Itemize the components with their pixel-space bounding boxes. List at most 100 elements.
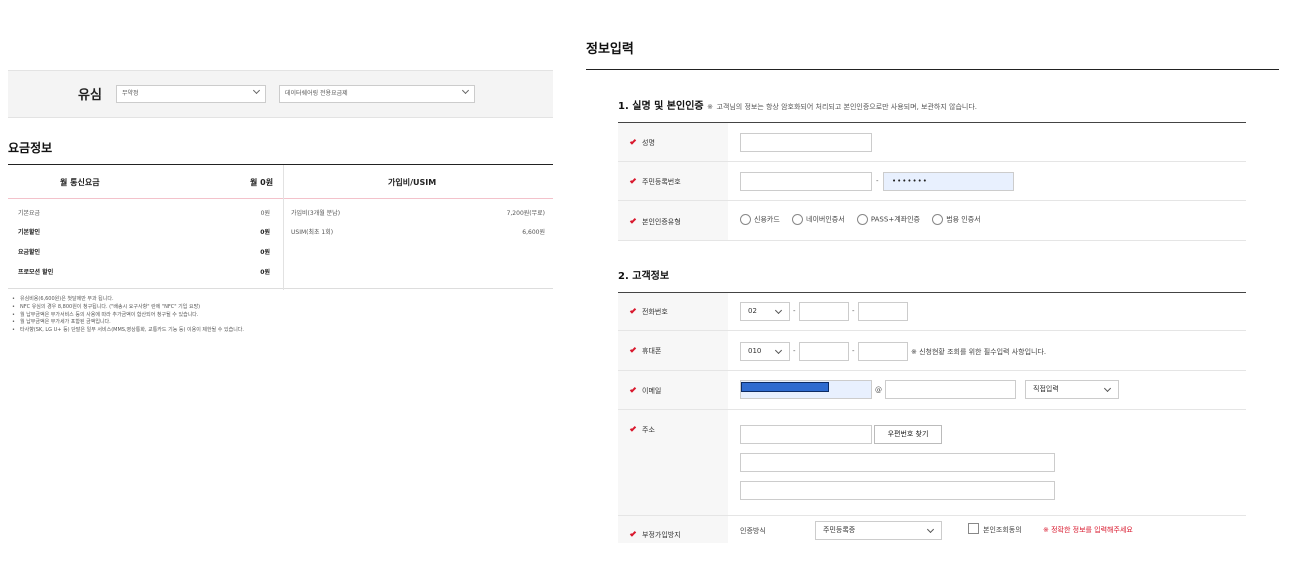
required-check-icon (629, 177, 637, 184)
chevron-down-icon (1103, 384, 1112, 393)
auth-method-select-value: 주민등록증 (823, 526, 856, 534)
signup-row-value: 6,600원 (522, 229, 545, 236)
phone-dash: - (852, 307, 855, 315)
radio-circle-icon (792, 214, 803, 225)
plan-select[interactable]: 데이터쉐어링 전용요금제 (279, 85, 475, 103)
divider (618, 330, 1246, 331)
mobile-required-notice: ※ 신청현황 조회를 위한 필수입력 사항입니다. (911, 348, 1047, 356)
chevron-down-icon (461, 86, 470, 95)
mobile-prefix-select[interactable]: 010 (740, 342, 790, 361)
phone-dash: - (793, 307, 796, 315)
contract-select[interactable]: 무약정 (116, 85, 266, 103)
note-item: 타사향(SK, LG U+ 등) 단말은 일부 서비스(MMS,영상통화, 교통… (12, 327, 244, 335)
required-check-icon (629, 530, 637, 537)
rrn-label: 주민등록번호 (629, 177, 681, 187)
consent-label: 본인조회동의 (983, 526, 1022, 534)
fee-row-label: 프로모션 할인 (18, 269, 54, 276)
fee-row-value: 0원 (260, 269, 270, 276)
radio-credit-card[interactable]: 신용카드 (740, 214, 780, 225)
consent-warning: ※ 정확한 정보를 입력해주세요 (1043, 526, 1133, 534)
fee-row-label: 요금할인 (18, 249, 41, 256)
email-label: 이메일 (629, 386, 661, 396)
zipcode-search-button[interactable]: 우편번호 찾기 (874, 425, 942, 444)
fee-row-label: 기본할인 (18, 229, 41, 236)
phone-prefix-value: 02 (748, 307, 757, 315)
usim-title: 유심 (78, 88, 102, 103)
signup-row-label: USIM(최초 1회) (291, 229, 334, 236)
phone-last-input[interactable] (858, 302, 908, 321)
divider (618, 240, 1246, 241)
mobile-dash: - (793, 347, 796, 355)
auth-type-radio-group: 신용카드 네이버인증서 PASS+계좌인증 범용 인증서 (740, 214, 991, 225)
rrn-front-input[interactable] (740, 172, 872, 191)
consent-checkbox[interactable] (968, 523, 979, 534)
monthly-total: 월 0원 (250, 178, 274, 187)
required-check-icon (629, 307, 637, 314)
fee-notes-list: 유심비용(6,600원)은 첫달에만 부과 됩니다. NFC 유심의 경우 8,… (12, 296, 244, 335)
required-check-icon (629, 346, 637, 353)
mobile-prefix-value: 010 (748, 347, 762, 355)
radio-circle-icon (932, 214, 944, 225)
signup-row-value: 7,200원(무료) (506, 210, 545, 217)
chevron-down-icon (774, 306, 783, 315)
fee-table: 월 통신요금 월 0원 가입비/USIM 기본요금 0원 기본할인 0원 요금할… (8, 164, 553, 290)
divider (618, 200, 1246, 201)
section1-title: 1. 실명 및 본인인증 ※ 고객님의 정보는 항상 암호화되어 처리되고 본인… (618, 97, 977, 112)
rrn-masked-value: ••••••• (892, 177, 928, 185)
rrn-dash: - (876, 177, 879, 185)
zipcode-input[interactable] (740, 425, 872, 444)
fee-row-value: 0원 (260, 249, 270, 256)
divider (618, 409, 1246, 410)
radio-pass-account[interactable]: PASS+계좌인증 (856, 214, 920, 225)
fee-row-value: 0원 (260, 210, 270, 217)
divider (618, 161, 1246, 162)
mobile-label: 휴대폰 (629, 346, 661, 356)
auth-type-label: 본인인증유형 (629, 217, 681, 227)
fee-info-heading: 요금정보 (8, 141, 53, 155)
mobile-last-input[interactable] (858, 342, 908, 361)
address-label: 주소 (629, 425, 655, 435)
fee-row-value: 0원 (260, 229, 270, 236)
rrn-back-input[interactable]: ••••••• (883, 172, 1014, 191)
name-label: 성명 (629, 138, 655, 148)
plan-select-value: 데이터쉐어링 전용요금제 (285, 90, 348, 97)
section1-notice-mark: ※ (707, 103, 713, 111)
email-domain-input[interactable] (885, 380, 1016, 399)
email-domain-select[interactable]: 직접입력 (1025, 380, 1119, 399)
divider (618, 515, 1246, 516)
section1-subtitle: 고객님의 정보는 항상 암호화되어 처리되고 본인인증으로만 사용되며, 보관하… (716, 103, 977, 111)
info-input-title: 정보입력 (586, 42, 634, 57)
phone-label: 전화번호 (629, 307, 668, 317)
divider (586, 69, 1279, 70)
radio-circle-icon (856, 214, 868, 225)
auth-method-select[interactable]: 주민등록증 (815, 521, 942, 540)
fee-column-divider (283, 165, 284, 290)
required-check-icon (629, 138, 637, 145)
divider (618, 370, 1246, 371)
chevron-down-icon (252, 86, 261, 95)
radio-naver-cert[interactable]: 네이버인증서 (792, 214, 845, 225)
contract-select-value: 무약정 (122, 90, 139, 97)
email-domain-select-value: 직접입력 (1033, 385, 1059, 393)
note-item: 유심비용(6,600원)은 첫달에만 부과 됩니다. (12, 296, 244, 304)
mobile-dash: - (852, 347, 855, 355)
fee-row-label: 기본요금 (18, 210, 41, 217)
signup-usim-header: 가입비/USIM (388, 178, 437, 187)
chevron-down-icon (774, 346, 783, 355)
name-input[interactable] (740, 133, 872, 152)
mobile-mid-input[interactable] (799, 342, 849, 361)
required-check-icon (629, 386, 637, 393)
chevron-down-icon (926, 525, 935, 534)
required-check-icon (629, 217, 637, 224)
phone-prefix-select[interactable]: 02 (740, 302, 790, 321)
phone-mid-input[interactable] (799, 302, 849, 321)
illegal-prevention-label: 부정가입방지 (629, 530, 681, 540)
radio-circle-icon (740, 214, 751, 225)
fee-table-header: 월 통신요금 월 0원 가입비/USIM (8, 165, 553, 199)
usim-selector-bar: 유심 무약정 데이터쉐어링 전용요금제 (8, 70, 553, 118)
address-line2-input[interactable] (740, 481, 1055, 500)
address-line1-input[interactable] (740, 453, 1055, 472)
radio-general-cert[interactable]: 범용 인증서 (932, 214, 981, 225)
required-check-icon (629, 425, 637, 432)
signup-row-label: 가입비(3개월 분납) (291, 210, 341, 217)
